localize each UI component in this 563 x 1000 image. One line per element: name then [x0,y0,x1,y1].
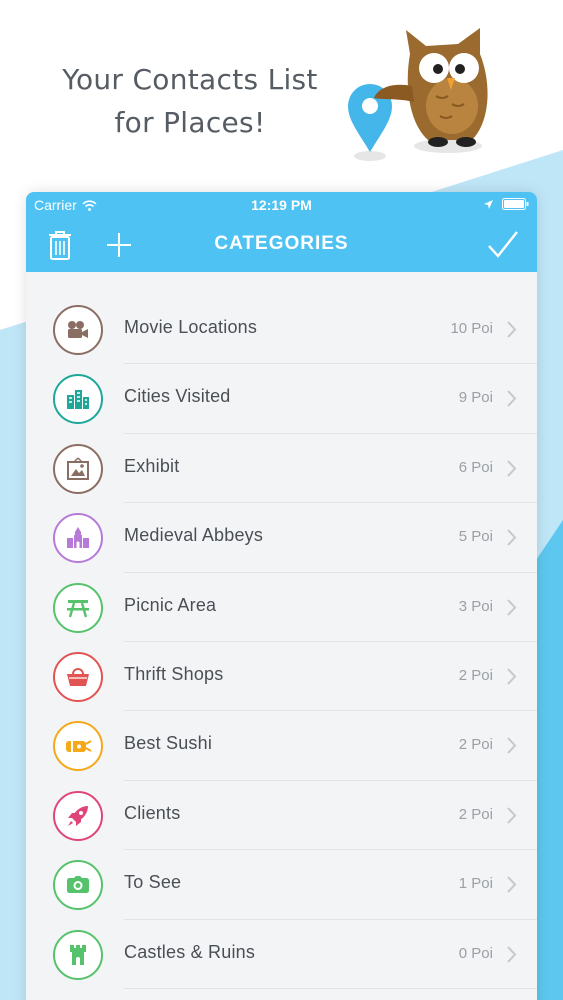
castle-icon [53,929,103,980]
category-count: 6 Poi [458,458,493,476]
movie-camera-icon [53,305,103,355]
category-row-thrift-shops[interactable]: Thrift Shops 2 Poi [26,642,537,712]
category-row-to-see[interactable]: To See 1 Poi [26,850,537,920]
chevron-right-icon [507,737,517,755]
chevron-right-icon [507,668,517,685]
category-label: To See [124,872,182,893]
category-label: Picnic Area [124,594,217,615]
category-row-movie-locations[interactable]: Movie Locations 10 Poi [26,295,537,365]
category-label: Movie Locations [124,317,258,337]
category-count: 0 Poi [458,944,493,962]
category-count: 2 Poi [458,736,493,754]
chevron-right-icon [507,390,517,408]
sushi-icon [53,721,103,772]
camera-icon [53,860,103,911]
category-row-clients[interactable]: Clients 2 Poi [26,781,537,851]
rocket-icon [53,790,103,841]
checkmark-icon[interactable] [486,228,520,262]
picture-frame-icon [53,443,103,494]
status-right-icons [483,198,529,210]
category-label: Thrift Shops [124,663,224,684]
location-arrow-icon [484,199,493,209]
category-list: Movie Locations 10 Poi Cities Visited 9 … [26,295,537,990]
top-bar: Carrier 12:19 PM CATEGORIES [26,192,537,272]
category-label: Medieval Abbeys [124,525,264,546]
phone-screen: Carrier 12:19 PM CATEGORIES Movie Locati… [26,192,537,1000]
abbey-icon [53,513,103,564]
battery-icon [502,198,529,210]
category-count: 5 Poi [458,528,493,546]
category-row-medieval-abbeys[interactable]: Medieval Abbeys 5 Poi [26,503,537,573]
category-count: 3 Poi [458,597,493,615]
category-row-cities-visited[interactable]: Cities Visited 9 Poi [26,364,537,435]
chevron-right-icon [507,807,517,824]
navigation-bar: CATEGORIES [26,218,537,272]
nav-title: CATEGORIES [214,233,349,254]
category-count: 1 Poi [458,875,493,893]
tagline-line-2: for Places! [114,106,266,139]
chevron-right-icon [507,460,517,477]
category-label: Castles & Ruins [124,941,256,962]
tagline-line-1: Your Contacts List [62,63,318,96]
chevron-right-icon [507,321,517,338]
picnic-table-icon [53,582,103,633]
chevron-right-icon [507,876,517,893]
owl-mascot-icon [348,28,488,161]
category-row-castles-ruins[interactable]: Castles & Ruins 0 Poi [26,920,537,990]
status-time: 12:19 PM [251,197,312,213]
category-count: 2 Poi [458,666,493,684]
chevron-right-icon [507,945,517,963]
category-row-exhibit[interactable]: Exhibit 6 Poi [26,434,537,504]
promo-tagline: Your Contacts List for Places! [30,58,350,144]
category-row-best-sushi[interactable]: Best Sushi 2 Poi [26,711,537,782]
category-count: 2 Poi [458,805,493,823]
category-label: Cities Visited [124,386,231,407]
city-buildings-icon [53,374,103,425]
category-count: 9 Poi [458,389,493,407]
chevron-right-icon [507,598,517,616]
category-label: Exhibit [124,455,180,476]
basket-icon [53,651,103,702]
status-bar: Carrier 12:19 PM [26,192,537,218]
category-row-picnic-area[interactable]: Picnic Area 3 Poi [26,573,537,643]
chevron-right-icon [507,529,517,546]
category-label: Clients [124,802,181,823]
category-label: Best Sushi [124,733,213,754]
category-count: 10 Poi [450,320,493,337]
